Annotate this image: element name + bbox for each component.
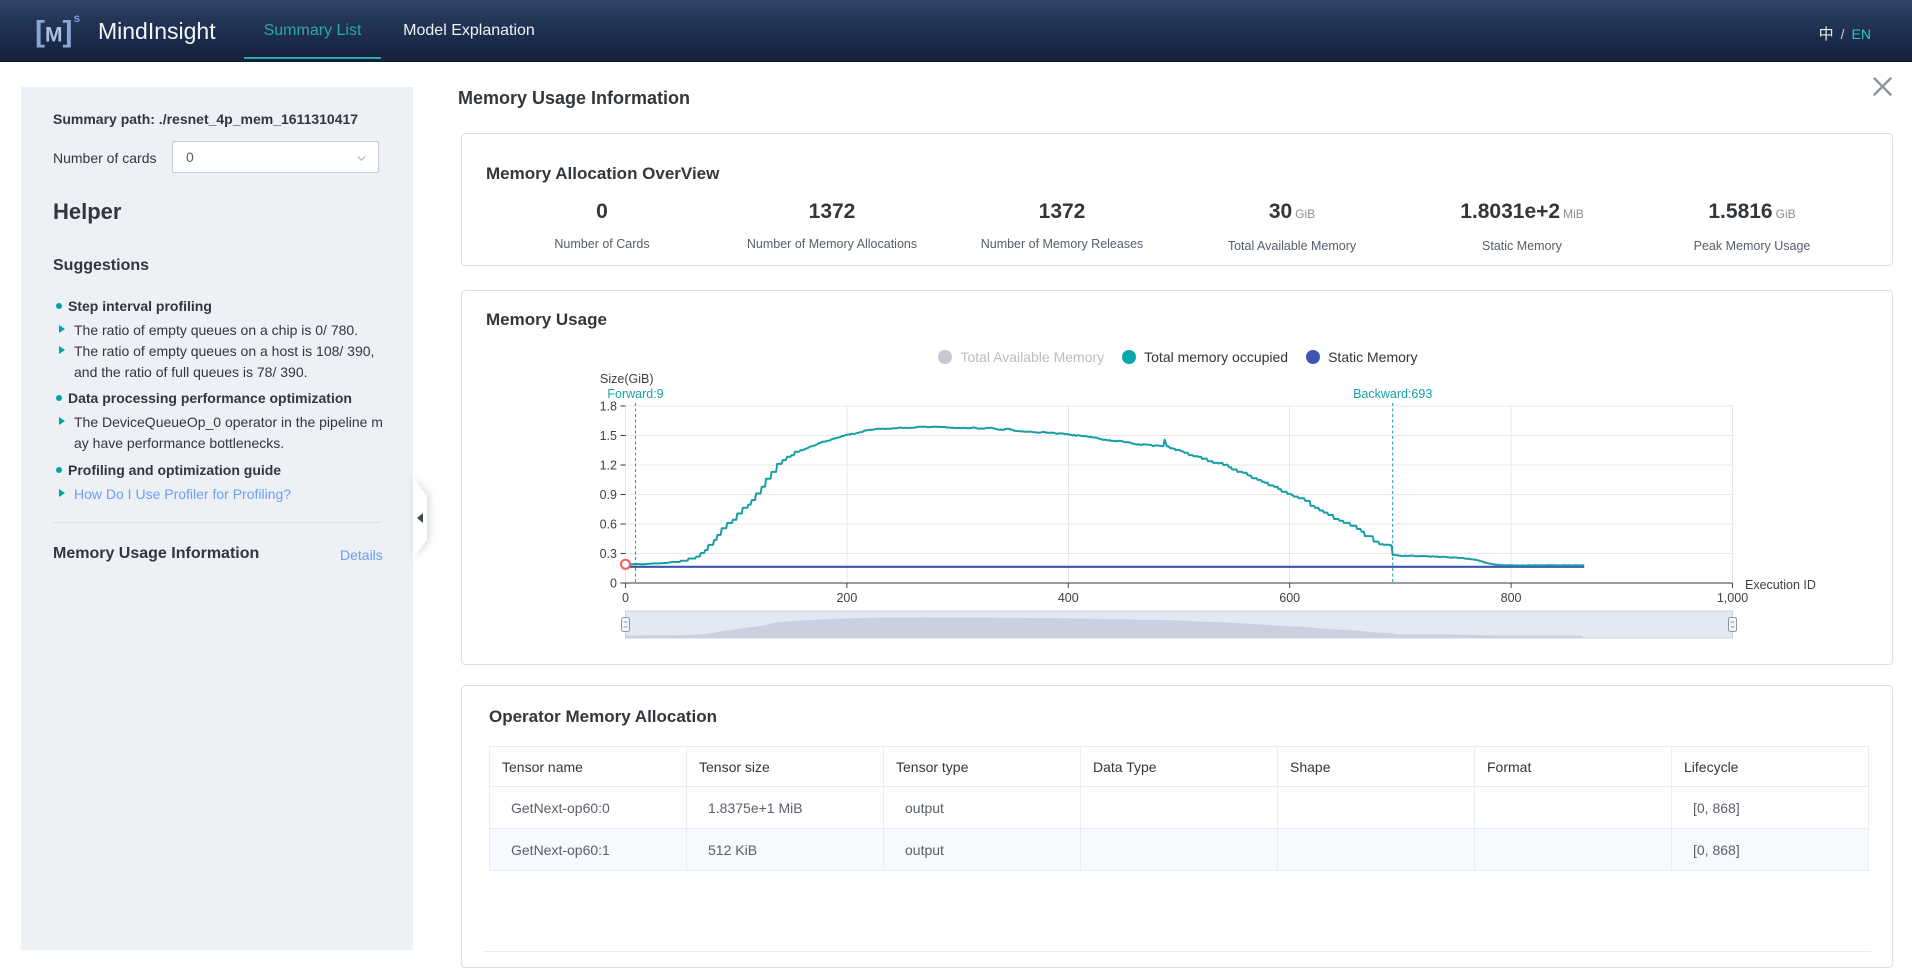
svg-text:1,000: 1,000 (1717, 591, 1748, 605)
svg-text:Forward:9: Forward:9 (607, 387, 663, 401)
svg-text:1.5: 1.5 (600, 429, 617, 443)
svg-text:1.2: 1.2 (600, 459, 617, 473)
svg-text:0.3: 0.3 (600, 547, 617, 561)
svg-text:0.6: 0.6 (600, 518, 617, 532)
svg-text:800: 800 (1501, 591, 1522, 605)
svg-text:400: 400 (1058, 591, 1079, 605)
svg-text:1.8: 1.8 (600, 400, 617, 414)
svg-text:200: 200 (836, 591, 857, 605)
svg-text:0: 0 (622, 591, 629, 605)
svg-text:Size(GiB): Size(GiB) (600, 372, 653, 386)
svg-text:Execution ID: Execution ID (1745, 578, 1816, 592)
svg-text:600: 600 (1279, 591, 1300, 605)
svg-text:0.9: 0.9 (600, 488, 617, 502)
svg-text:Backward:693: Backward:693 (1353, 387, 1432, 401)
svg-text:0: 0 (610, 577, 617, 591)
